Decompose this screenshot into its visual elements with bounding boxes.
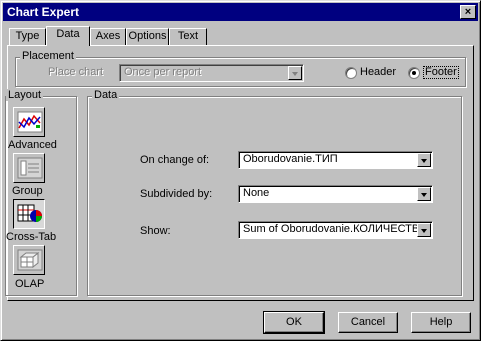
cross-tab-layout-button[interactable] (13, 199, 45, 229)
layout-legend: Layout (6, 89, 44, 101)
close-button[interactable]: × (460, 5, 476, 19)
tab-label: Options (128, 30, 167, 42)
olap-icon (17, 249, 43, 271)
olap-layout-button[interactable] (13, 245, 45, 275)
window-title: Chart Expert (7, 5, 80, 19)
close-icon: × (464, 6, 472, 18)
group-chart-icon (17, 157, 43, 179)
subdivided-select[interactable]: None (238, 185, 433, 203)
cross-tab-icon (17, 204, 42, 222)
tab-options[interactable]: Options (126, 28, 169, 45)
tab-label: Data (56, 28, 80, 40)
on-change-select[interactable]: Oborudovanie.ТИП (238, 151, 433, 169)
help-button[interactable]: Help (411, 312, 471, 333)
tab-data[interactable]: Data (46, 26, 90, 46)
data-legend: Data (92, 89, 120, 101)
tab-label: Text (177, 30, 199, 42)
cancel-label: Cancel (350, 316, 386, 328)
chevron-down-icon (417, 223, 431, 237)
olap-label: OLAP (15, 278, 45, 290)
place-chart-select[interactable]: Once per report (119, 64, 304, 82)
tab-type[interactable]: Type (9, 28, 46, 45)
group-layout-button[interactable] (13, 153, 45, 183)
data-group: Data On change of: Oborudovanie.ТИП Subd… (87, 89, 462, 296)
chevron-down-icon (288, 66, 302, 80)
header-radio[interactable] (345, 67, 357, 79)
show-label: Show: (140, 225, 171, 237)
tab-text[interactable]: Text (169, 28, 207, 45)
on-change-label: On change of: (140, 154, 210, 166)
title-bar: Chart Expert × (3, 3, 478, 21)
on-change-value: Oborudovanie.ТИП (243, 153, 338, 165)
subdivided-value: None (243, 187, 270, 199)
show-value: Sum of Oborudovanie.КОЛИЧЕСТВО (243, 223, 428, 235)
place-chart-label: Place chart (48, 66, 104, 78)
header-label: Header (360, 66, 397, 78)
tab-axes[interactable]: Axes (90, 28, 126, 45)
placement-legend: Placement (20, 50, 76, 62)
help-label: Help (429, 316, 453, 328)
place-chart-value: Once per report (124, 66, 202, 78)
footer-radio[interactable] (408, 67, 420, 79)
cross-tab-label: Cross-Tab (6, 231, 57, 243)
tab-label: Type (15, 30, 40, 42)
show-select[interactable]: Sum of Oborudovanie.КОЛИЧЕСТВО (238, 221, 433, 239)
group-label: Group (12, 185, 43, 197)
cancel-button[interactable]: Cancel (338, 312, 398, 333)
chevron-down-icon (417, 153, 431, 167)
advanced-chart-icon (17, 111, 43, 133)
footer-label: Footer (423, 66, 459, 79)
advanced-layout-button[interactable] (13, 107, 45, 137)
chart-expert-dialog: Chart Expert × Type Data Axes Options Te… (0, 0, 481, 341)
advanced-label: Advanced (8, 139, 57, 151)
tab-label: Axes (95, 30, 121, 42)
subdivided-label: Subdivided by: (140, 188, 213, 200)
ok-button[interactable]: OK (263, 311, 325, 334)
chevron-down-icon (417, 187, 431, 201)
ok-label: OK (286, 316, 302, 328)
placement-group: Placement Place chart Once per report He… (15, 50, 466, 87)
